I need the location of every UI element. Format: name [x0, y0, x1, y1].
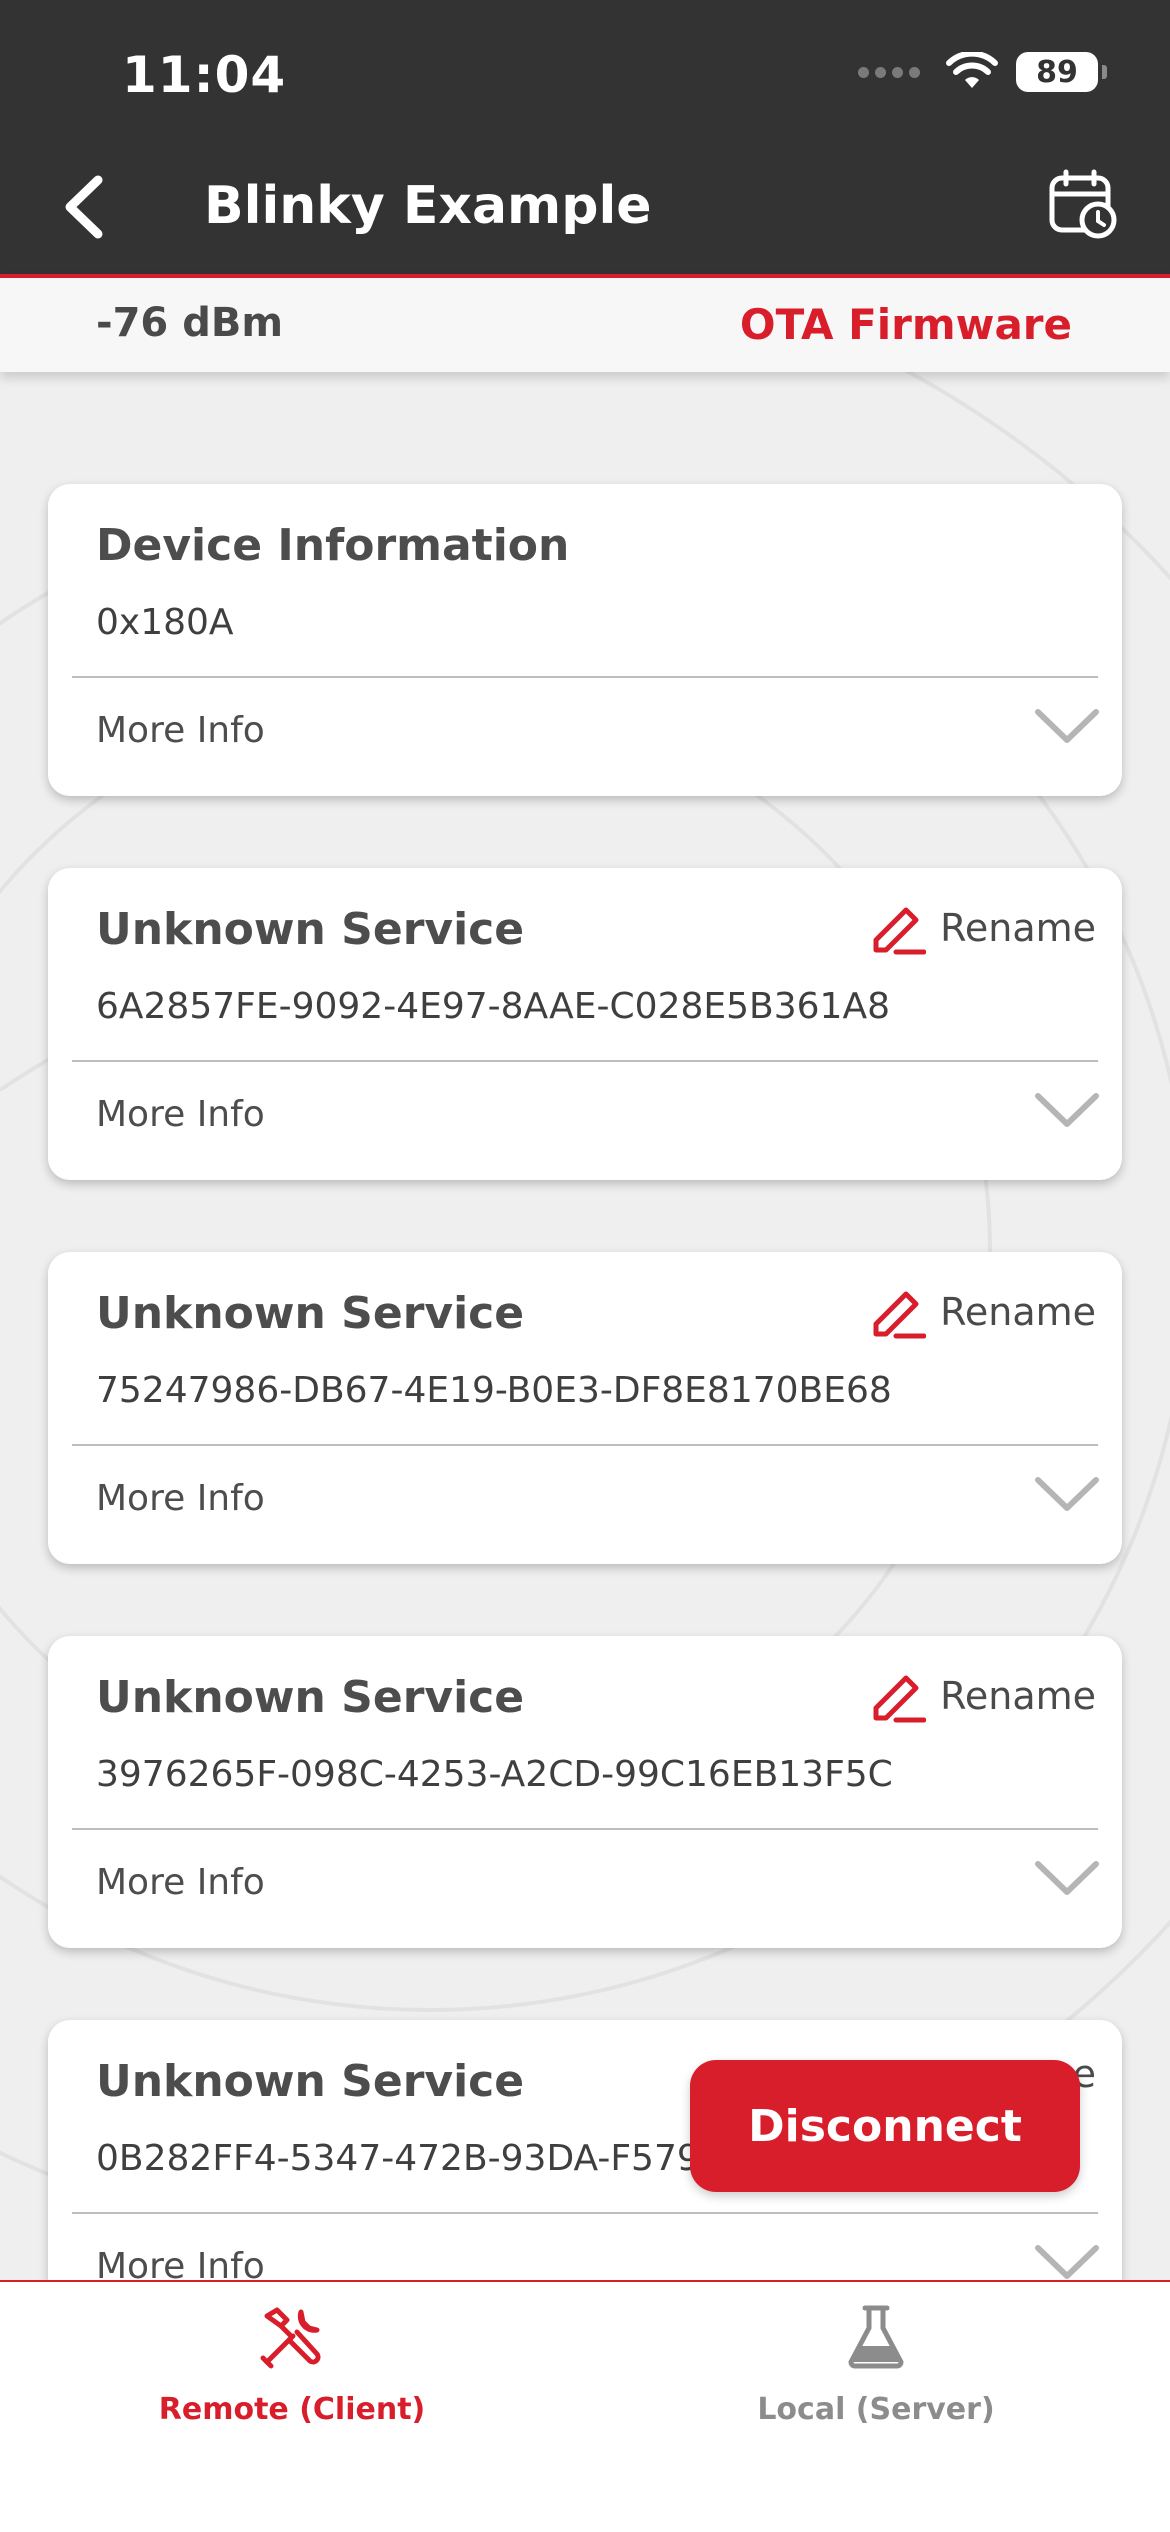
tools-icon	[260, 2307, 321, 2369]
page-title: Blinky Example	[204, 176, 652, 236]
flask-icon	[848, 2305, 904, 2369]
divider	[72, 676, 1098, 678]
pencil-icon	[873, 1291, 927, 1339]
bottom-tab-bar: Remote (Client) Local (Server)	[0, 2280, 1170, 2532]
service-card[interactable]: Unknown Service Rename 75247986-DB67-4E1…	[48, 1252, 1122, 1564]
tab-local-label: Local (Server)	[757, 2392, 995, 2427]
ota-firmware-link[interactable]: OTA Firmware	[740, 300, 1072, 349]
rssi-value: -76 dBm	[96, 300, 283, 346]
divider	[72, 2212, 1098, 2214]
service-card[interactable]: Unknown Service Rename 6A2857FE-9092-4E9…	[48, 868, 1122, 1180]
service-title: Unknown Service	[96, 904, 525, 955]
service-title: Unknown Service	[96, 2056, 525, 2107]
tab-remote-label: Remote (Client)	[158, 2392, 426, 2427]
service-uuid: 75247986-DB67-4E19-B0E3-DF8E8170BE68	[96, 1370, 892, 1411]
service-uuid: 6A2857FE-9092-4E97-8AAE-C028E5B361A8	[96, 986, 890, 1027]
tab-remote-client[interactable]: Remote (Client)	[92, 2302, 492, 2427]
rename-label: Rename	[940, 1674, 1096, 1718]
app-header: 11:04 89 Blinky Example	[0, 0, 1170, 274]
pencil-icon	[873, 1675, 927, 1723]
divider	[72, 1444, 1098, 1446]
rename-button[interactable]: Rename	[870, 1668, 1096, 1724]
chevron-down-icon[interactable]	[1034, 2242, 1100, 2282]
more-info-label[interactable]: More Info	[96, 1862, 265, 1903]
service-uuid: 0B282FF4-5347-472B-93DA-F579	[96, 2138, 700, 2179]
rename-label: Rename	[940, 1290, 1096, 1334]
chevron-down-icon[interactable]	[1034, 1858, 1100, 1898]
rename-button[interactable]: Rename	[870, 1284, 1096, 1340]
service-card[interactable]: Device Information 0x180A More Info	[48, 484, 1122, 796]
cellular-signal-icon	[858, 66, 920, 78]
more-info-label[interactable]: More Info	[96, 1094, 265, 1135]
calendar-clock-icon[interactable]	[1048, 168, 1120, 240]
disconnect-button[interactable]: Disconnect	[690, 2060, 1080, 2192]
rename-button[interactable]: Rename	[870, 900, 1096, 956]
back-icon[interactable]	[56, 172, 116, 242]
status-icons: 89	[858, 52, 1107, 92]
chevron-down-icon[interactable]	[1034, 706, 1100, 746]
service-card[interactable]: Unknown Service Rename 3976265F-098C-425…	[48, 1636, 1122, 1948]
more-info-label[interactable]: More Info	[96, 710, 265, 751]
service-title: Device Information	[96, 520, 570, 571]
tab-local-server[interactable]: Local (Server)	[676, 2302, 1076, 2427]
service-title: Unknown Service	[96, 1672, 525, 1723]
battery-indicator: 89	[1016, 52, 1107, 92]
pencil-icon	[873, 907, 927, 955]
service-uuid: 3976265F-098C-4253-A2CD-99C16EB13F5C	[96, 1754, 893, 1795]
rename-label: Rename	[940, 906, 1096, 950]
chevron-down-icon[interactable]	[1034, 1090, 1100, 1130]
more-info-label[interactable]: More Info	[96, 1478, 265, 1519]
divider	[72, 1060, 1098, 1062]
status-time: 11:04	[122, 46, 287, 104]
divider	[72, 1828, 1098, 1830]
chevron-down-icon[interactable]	[1034, 1474, 1100, 1514]
service-uuid: 0x180A	[96, 602, 234, 643]
device-subheader: -76 dBm OTA Firmware	[0, 274, 1170, 372]
wifi-icon	[946, 52, 998, 88]
service-title: Unknown Service	[96, 1288, 525, 1339]
